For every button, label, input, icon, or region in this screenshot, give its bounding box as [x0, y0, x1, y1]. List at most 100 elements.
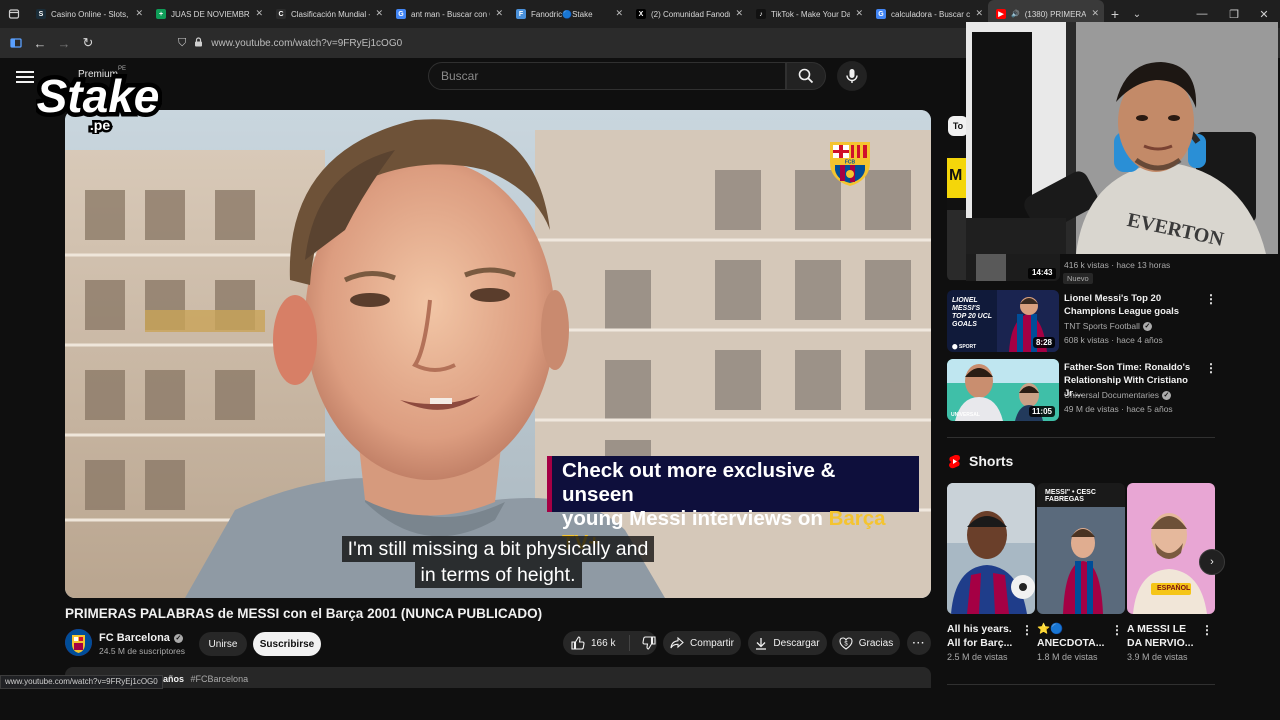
- short-title[interactable]: All his years. All for Barç...: [947, 622, 1019, 650]
- short-thumbnail[interactable]: MESSI" • CESC FABREGAS: [1037, 483, 1125, 614]
- recommendation-thumbnail-partial-bottom[interactable]: 14:43: [966, 254, 1060, 281]
- tab-overview-icon[interactable]: ⌄: [1126, 9, 1148, 20]
- recommendation-thumbnail[interactable]: UNIVERSAL 11:05: [947, 359, 1059, 421]
- tab-title: Fanodric🔵Stake: [531, 9, 593, 19]
- new-tab-icon[interactable]: +: [1104, 6, 1126, 22]
- more-options-icon[interactable]: ⋮: [1111, 623, 1123, 637]
- recommendation-title[interactable]: Lionel Messi's Top 20 Champions League g…: [1064, 292, 1204, 318]
- browser-tab[interactable]: C Clasificación Mundial - ✕: [268, 0, 388, 28]
- partial-duration: 14:43: [1032, 268, 1053, 277]
- download-icon: [756, 637, 767, 650]
- chevron-right-icon[interactable]: ›: [1199, 549, 1225, 575]
- short-item[interactable]: MESSI" • CESC FABREGAS ⭐🔵 ANECDOTA... 1.…: [1037, 483, 1125, 662]
- short-views: 2.5 M de vistas: [947, 652, 1008, 662]
- channel-avatar[interactable]: [65, 629, 92, 656]
- video-player[interactable]: FCB Check out more exclusive & unseen yo…: [65, 110, 931, 598]
- like-button[interactable]: 166 k: [571, 636, 615, 650]
- tab-favicon-icon: F: [516, 9, 526, 19]
- close-tab-icon[interactable]: ✕: [1091, 8, 1099, 19]
- promo-line-2-prefix: young Messi interviews on: [562, 507, 829, 530]
- thumbs-up-icon: [571, 636, 585, 650]
- recommendation-channel-name: Universal Documentaries: [1064, 390, 1159, 400]
- back-icon[interactable]: ←: [28, 31, 52, 55]
- voice-search-button[interactable]: [837, 61, 867, 91]
- recommendation-item[interactable]: LIONEL MESSI'S TOP 20 UCL GOALS ⬤ SPORT …: [947, 290, 1217, 352]
- svg-text:$: $: [844, 641, 848, 647]
- search-box[interactable]: [428, 62, 786, 90]
- more-options-icon[interactable]: ⋮: [1021, 623, 1033, 637]
- close-tab-icon[interactable]: ✕: [135, 8, 143, 19]
- super-thanks-icon: $: [839, 636, 853, 650]
- channel-name-text: FC Barcelona: [99, 632, 170, 644]
- tab-sidebar-icon[interactable]: [4, 31, 28, 55]
- tab-favicon-icon: C: [276, 9, 286, 19]
- download-button[interactable]: Descargar: [748, 631, 827, 655]
- search-input[interactable]: [441, 69, 785, 83]
- recommendation-thumbnail[interactable]: LIONEL MESSI'S TOP 20 UCL GOALS ⬤ SPORT …: [947, 290, 1059, 352]
- verified-badge-icon: ✓: [173, 633, 183, 643]
- caption-line-2: in terms of height.: [414, 562, 582, 588]
- channel-name[interactable]: FC Barcelona ✓: [99, 632, 183, 644]
- short-item[interactable]: All his years. All for Barç... 2.5 M de …: [947, 483, 1035, 662]
- url-text: www.youtube.com/watch?v=9FRyEj1cOG0: [211, 37, 403, 49]
- more-actions-icon[interactable]: ···: [907, 631, 931, 655]
- reload-icon[interactable]: ↻: [76, 31, 100, 55]
- share-button[interactable]: Compartir: [663, 631, 741, 655]
- video-title: PRIMERAS PALABRAS de MESSI con el Barça …: [65, 606, 543, 621]
- recommendation-channel[interactable]: Universal Documentaries ✓: [1064, 390, 1171, 400]
- like-dislike-group: 166 k: [563, 631, 657, 655]
- dislike-button[interactable]: [642, 636, 657, 650]
- browser-tab[interactable]: Gant man - Buscar con G ✕: [388, 0, 508, 28]
- tab-title: Casino Online - Slots, J: [51, 9, 130, 19]
- more-options-icon[interactable]: ⋮: [1205, 292, 1217, 306]
- short-item[interactable]: ESPAÑOL A MESSI LE DA NERVIO... 3.9 M de…: [1127, 483, 1215, 662]
- recommendation-thumbnail-partial[interactable]: M: [947, 150, 966, 281]
- close-tab-icon[interactable]: ✕: [855, 8, 863, 19]
- tab-title: Clasificación Mundial -: [291, 9, 370, 19]
- promo-line-1: Check out more exclusive & unseen: [562, 459, 836, 506]
- short-title[interactable]: A MESSI LE DA NERVIO...: [1127, 622, 1199, 650]
- subscribe-button[interactable]: Suscribirse: [253, 632, 321, 656]
- link-status-bar: www.youtube.com/watch?v=9FRyEj1cOG0: [0, 675, 163, 689]
- browser-tab[interactable]: + JUAS DE NOVIEMBRE - ✕: [148, 0, 268, 28]
- closed-captions: I'm still missing a bit physically and i…: [65, 536, 931, 588]
- tab-favicon-icon: +: [156, 9, 166, 19]
- tracking-shield-icon[interactable]: ⛉: [178, 37, 186, 50]
- barca-tv-promo-overlay: Check out more exclusive & unseen young …: [547, 456, 919, 554]
- join-button[interactable]: Unirse: [199, 632, 247, 656]
- caption-line-1: I'm still missing a bit physically and: [341, 536, 655, 562]
- short-thumbnail[interactable]: ESPAÑOL: [1127, 483, 1215, 614]
- browser-tab[interactable]: S Casino Online - Slots, J ✕: [28, 0, 148, 28]
- browser-tab[interactable]: F Fanodric🔵Stake ✕: [508, 0, 628, 28]
- browser-tab[interactable]: ♪ TikTok - Make Your Day ✕: [748, 0, 868, 28]
- forward-icon[interactable]: →: [52, 31, 76, 55]
- close-tab-icon[interactable]: ✕: [255, 8, 263, 19]
- short-thumbnail[interactable]: [947, 483, 1035, 614]
- search-button[interactable]: [786, 62, 826, 90]
- more-options-icon[interactable]: ⋮: [1205, 361, 1217, 375]
- tab-actions-icon[interactable]: [0, 0, 28, 28]
- svg-text:Stake: Stake: [37, 70, 160, 122]
- close-tab-icon[interactable]: ✕: [975, 8, 983, 19]
- recommendation-item[interactable]: UNIVERSAL 11:05 Father-Son Time: Ronaldo…: [947, 359, 1217, 421]
- screen: S Casino Online - Slots, J ✕ + JUAS DE NOVIE…: [0, 0, 1280, 720]
- recommendation-meta: 608 k vistas · hace 4 años: [1064, 335, 1163, 345]
- browser-tab[interactable]: X (2) Comunidad Fanodri ✕: [628, 0, 748, 28]
- short-title[interactable]: ⭐🔵 ANECDOTA...: [1037, 622, 1109, 650]
- description-box[interactable]: e 5 años #FCBarcelona: [65, 667, 931, 688]
- close-tab-icon[interactable]: ✕: [735, 8, 743, 19]
- more-options-icon[interactable]: ⋮: [1201, 623, 1213, 637]
- hashtag-link[interactable]: #FCBarcelona: [191, 674, 249, 684]
- tab-title: JUAS DE NOVIEMBRE -: [171, 9, 250, 19]
- crest-text: FCB: [845, 159, 856, 165]
- filter-chip-all[interactable]: To: [948, 116, 968, 136]
- recommendation-channel[interactable]: TNT Sports Football ✓: [1064, 321, 1152, 331]
- close-tab-icon[interactable]: ✕: [495, 8, 503, 19]
- thanks-button[interactable]: $ Gracias: [832, 631, 900, 655]
- close-tab-icon[interactable]: ✕: [375, 8, 383, 19]
- lock-icon[interactable]: [194, 36, 203, 50]
- close-tab-icon[interactable]: ✕: [615, 8, 623, 19]
- svg-text:UNIVERSAL: UNIVERSAL: [951, 412, 980, 418]
- speaker-icon[interactable]: 🔊: [1011, 10, 1020, 18]
- menu-icon[interactable]: [16, 68, 34, 86]
